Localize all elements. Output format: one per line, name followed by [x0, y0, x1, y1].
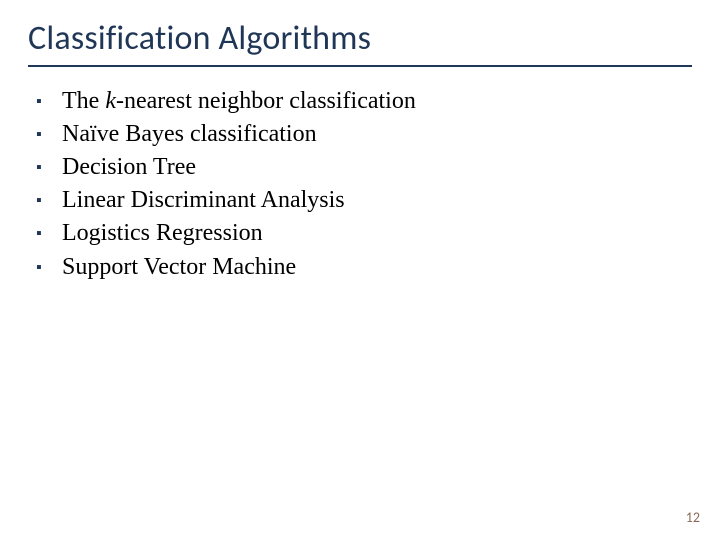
square-bullet-icon: ▪	[36, 85, 62, 113]
bullet-text: Decision Tree	[62, 151, 196, 184]
square-bullet-icon: ▪	[36, 118, 62, 146]
bullet-prefix: The	[62, 88, 105, 114]
slide-title: Classification Algorithms	[28, 18, 692, 59]
bullet-prefix: Logistics Regression	[62, 220, 263, 246]
bullet-text: Naïve Bayes classification	[62, 118, 317, 151]
bullet-text: The k-nearest neighbor classification	[62, 85, 416, 118]
list-item: ▪ The k-nearest neighbor classification	[36, 85, 692, 118]
bullet-text: Logistics Regression	[62, 217, 263, 250]
square-bullet-icon: ▪	[36, 251, 62, 279]
bullet-text: Linear Discriminant Analysis	[62, 184, 345, 217]
slide: Classification Algorithms ▪ The k-neares…	[0, 0, 720, 540]
page-number: 12	[686, 509, 700, 526]
bullet-emph: k	[105, 88, 116, 114]
bullet-prefix: Support Vector Machine	[62, 254, 296, 280]
square-bullet-icon: ▪	[36, 217, 62, 245]
list-item: ▪ Logistics Regression	[36, 217, 692, 250]
bullet-prefix: Linear Discriminant Analysis	[62, 187, 345, 213]
bullet-list: ▪ The k-nearest neighbor classification …	[28, 85, 692, 284]
list-item: ▪ Decision Tree	[36, 151, 692, 184]
bullet-text: Support Vector Machine	[62, 251, 296, 284]
bullet-prefix: Decision Tree	[62, 154, 196, 180]
title-underline	[28, 65, 692, 67]
bullet-prefix: Naïve Bayes classification	[62, 121, 317, 147]
list-item: ▪ Naïve Bayes classification	[36, 118, 692, 151]
square-bullet-icon: ▪	[36, 151, 62, 179]
bullet-suffix: -nearest neighbor classification	[116, 88, 416, 114]
list-item: ▪ Linear Discriminant Analysis	[36, 184, 692, 217]
list-item: ▪ Support Vector Machine	[36, 251, 692, 284]
square-bullet-icon: ▪	[36, 184, 62, 212]
